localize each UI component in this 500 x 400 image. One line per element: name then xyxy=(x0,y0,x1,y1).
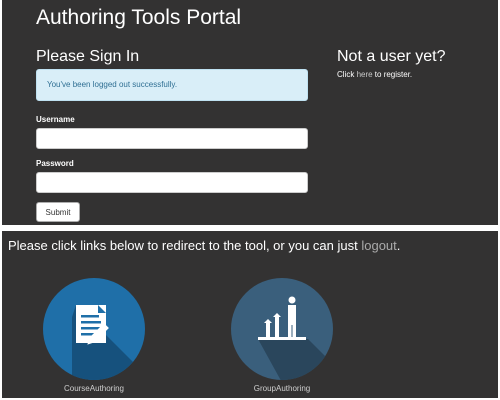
register-text: Click here to register. xyxy=(337,70,413,79)
tools-panel: Please click links below to redirect to … xyxy=(2,231,498,398)
course-authoring-tool-link[interactable]: CourseAuthoring xyxy=(42,277,146,400)
sign-in-heading: Please Sign In xyxy=(36,48,140,65)
growth-chart-person-icon xyxy=(231,278,333,380)
logout-success-alert: You've been logged out successfully. xyxy=(36,69,308,101)
password-input[interactable] xyxy=(36,172,308,193)
group-authoring-tool-link[interactable]: GroupAuthoring xyxy=(230,277,334,400)
submit-button[interactable]: Submit xyxy=(36,202,80,222)
sign-in-panel: Authoring Tools Portal Please Sign In No… xyxy=(2,0,498,225)
password-label: Password xyxy=(36,159,74,168)
document-pen-icon xyxy=(43,278,145,380)
tool-label: GroupAuthoring xyxy=(253,384,311,393)
tool-label: CourseAuthoring xyxy=(63,384,125,393)
username-label: Username xyxy=(36,115,75,124)
redirect-instructions: Please click links below to redirect to … xyxy=(8,238,401,253)
logout-link[interactable]: logout xyxy=(361,238,396,253)
portal-title: Authoring Tools Portal xyxy=(36,6,242,29)
register-heading: Not a user yet? xyxy=(337,48,446,65)
username-input[interactable] xyxy=(36,128,308,149)
register-link[interactable]: here xyxy=(357,70,373,79)
